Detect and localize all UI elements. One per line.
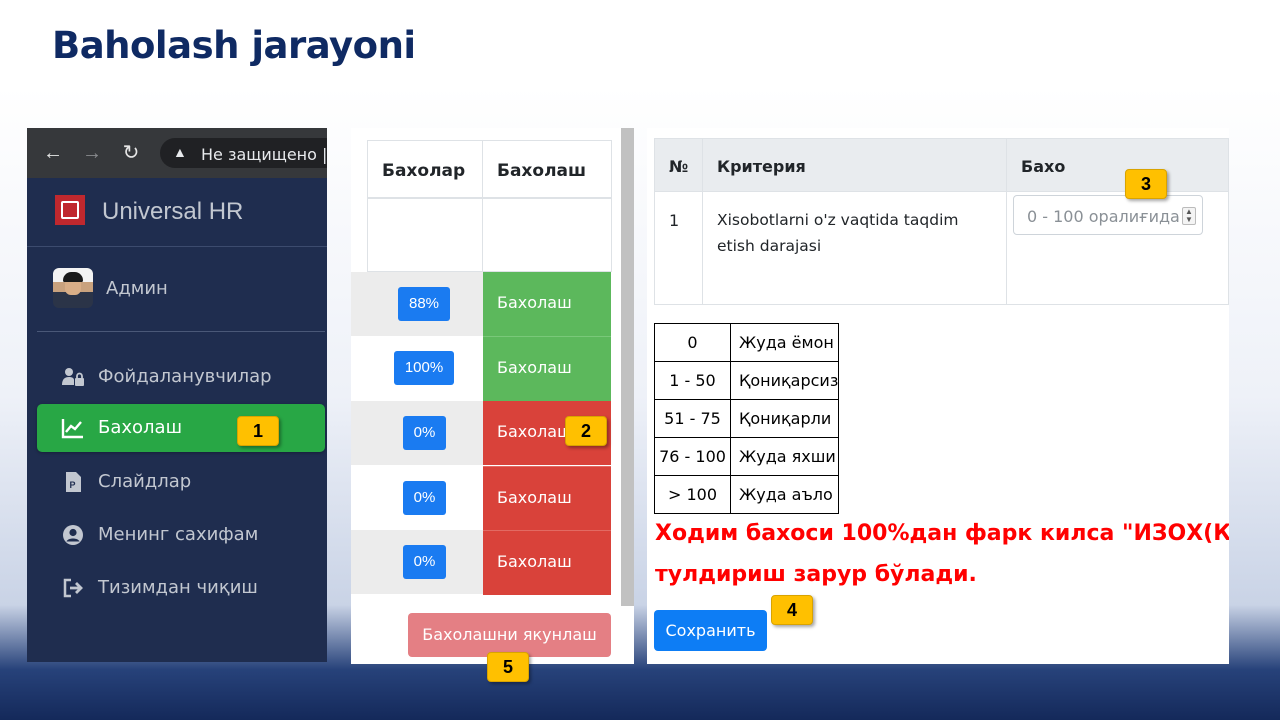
grade-button[interactable]: Бахолаш bbox=[483, 336, 611, 401]
table-cell bbox=[367, 198, 483, 272]
table-row: 1 - 50 Қониқарсиз bbox=[654, 361, 840, 400]
column-header-criteria: Критерия bbox=[702, 138, 1007, 192]
finish-grading-button[interactable]: Бахолашни якунлаш bbox=[408, 613, 611, 657]
sidebar-item-grading[interactable]: Бахолаш bbox=[37, 404, 325, 452]
step-badge-3: 3 bbox=[1125, 169, 1167, 199]
table-row: 76 - 100 Жуда яхши bbox=[654, 437, 840, 476]
chart-line-icon bbox=[61, 419, 83, 439]
percent-badge: 0% bbox=[403, 481, 446, 515]
slide-title: Baholash jarayoni bbox=[52, 24, 416, 67]
grades-table-screenshot: Бахолар Бахолаш 88% Бахолаш 100% Бахолаш… bbox=[351, 128, 634, 664]
sidebar-item-my-page[interactable]: Менинг сахифам bbox=[37, 511, 325, 559]
user-panel[interactable]: Админ bbox=[37, 246, 325, 332]
grade-input[interactable]: 0 - 100 оралиғида ▲ ▼ bbox=[1013, 195, 1203, 235]
address-bar[interactable]: ▲ Не защищено | bbox=[160, 138, 327, 168]
row-number: 1 bbox=[669, 211, 680, 230]
sidebar-item-slides[interactable]: P Слайдлар bbox=[37, 458, 325, 506]
sidebar-item-label: Слайдлар bbox=[98, 471, 192, 492]
reload-icon[interactable]: ↻ bbox=[120, 140, 142, 166]
grade-input-placeholder: 0 - 100 оралиғида bbox=[1027, 207, 1180, 226]
column-header-grade: Бахо bbox=[1006, 138, 1229, 192]
browser-toolbar: ← → ↻ ▲ Не защищено | bbox=[27, 128, 327, 178]
brand-name: Universal HR bbox=[102, 198, 244, 225]
back-arrow-icon[interactable]: ← bbox=[42, 140, 64, 166]
step-badge-1: 1 bbox=[237, 416, 279, 446]
sidebar-item-label: Фойдаланувчилар bbox=[98, 366, 272, 387]
column-header-number: № bbox=[654, 138, 703, 192]
warning-triangle-icon: ▲ bbox=[173, 144, 187, 160]
table-row: 88% Бахолаш bbox=[351, 272, 611, 337]
table-cell: 1 bbox=[654, 191, 703, 305]
step-badge-2: 2 bbox=[565, 416, 607, 446]
scale-range: 76 - 100 bbox=[654, 437, 731, 476]
sidebar-screenshot: ← → ↻ ▲ Не защищено | Universal HR Админ… bbox=[27, 128, 327, 662]
sidebar-item-logout[interactable]: Тизимдан чиқиш bbox=[37, 564, 325, 612]
address-security-text: Не защищено | bbox=[201, 145, 327, 164]
save-button[interactable]: Сохранить bbox=[654, 610, 767, 651]
criteria-text: etish darajasi bbox=[717, 237, 822, 255]
user-name: Админ bbox=[106, 278, 168, 299]
sidebar-item-label: Менинг сахифам bbox=[98, 524, 259, 545]
percent-badge: 0% bbox=[403, 545, 446, 579]
svg-text:P: P bbox=[70, 480, 76, 490]
percent-badge: 0% bbox=[403, 416, 446, 450]
table-row: > 100 Жуда аъло bbox=[654, 475, 840, 514]
table-row: 100% Бахолаш bbox=[351, 336, 611, 401]
table-row: 0% Бахолаш bbox=[351, 530, 611, 595]
scale-label: Жуда аъло bbox=[729, 475, 840, 514]
sidebar-item-label: Бахолаш bbox=[98, 417, 183, 438]
powerpoint-file-icon: P bbox=[66, 472, 81, 492]
brand-logo-icon bbox=[55, 195, 85, 225]
sidebar-item-users[interactable]: Фойдаланувчилар bbox=[37, 353, 325, 401]
warning-text: тулдириш зарур бўлади. bbox=[655, 562, 977, 587]
sidebar-item-label: Тизимдан чиқиш bbox=[98, 577, 258, 598]
table-cell: Xisobotlarni o'z vaqtida taqdim etish da… bbox=[702, 191, 1007, 305]
stepper-arrows-icon[interactable]: ▲ ▼ bbox=[1182, 207, 1196, 225]
scale-range: 51 - 75 bbox=[654, 399, 731, 438]
brand[interactable]: Universal HR bbox=[27, 178, 327, 247]
user-circle-icon bbox=[63, 525, 83, 545]
users-lock-icon bbox=[62, 368, 84, 386]
grade-button[interactable]: Бахолаш bbox=[483, 466, 611, 531]
table-row: 51 - 75 Қониқарли bbox=[654, 399, 840, 438]
grade-scale-table: 0 Жуда ёмон 1 - 50 Қониқарсиз 51 - 75 Қониқ… bbox=[654, 323, 840, 514]
sign-out-icon bbox=[63, 578, 83, 598]
step-badge-4: 4 bbox=[771, 595, 813, 625]
percent-badge: 88% bbox=[398, 287, 450, 321]
table-row: 0% Бахолаш bbox=[351, 466, 611, 531]
scale-range: 0 bbox=[654, 323, 731, 362]
scale-label: Қониқарли bbox=[729, 399, 840, 438]
scale-range: 1 - 50 bbox=[654, 361, 731, 400]
column-header-grading: Бахолаш bbox=[482, 140, 612, 198]
scale-label: Жуда яхши bbox=[729, 437, 840, 476]
column-header-grades: Бахолар bbox=[367, 140, 483, 198]
scale-label: Қониқарсиз bbox=[729, 361, 840, 400]
criteria-form-screenshot: № Критерия Бахо 1 Xisobotlarni o'z vaqti… bbox=[647, 128, 1229, 664]
scale-range: > 100 bbox=[654, 475, 731, 514]
scrollbar[interactable] bbox=[621, 128, 634, 606]
table-row: 0 Жуда ёмон bbox=[654, 323, 840, 362]
percent-badge: 100% bbox=[394, 351, 454, 385]
grade-button[interactable]: Бахолаш bbox=[483, 530, 611, 595]
table-cell bbox=[482, 198, 612, 272]
warning-text: Ходим бахоси 100%дан фарк килса "ИЗОХ(К bbox=[655, 521, 1229, 546]
step-badge-5: 5 bbox=[487, 652, 529, 682]
forward-arrow-icon[interactable]: → bbox=[81, 140, 103, 166]
criteria-text: Xisobotlarni o'z vaqtida taqdim bbox=[717, 211, 959, 229]
grade-button[interactable]: Бахолаш bbox=[483, 272, 611, 336]
avatar bbox=[53, 268, 93, 308]
scale-label: Жуда ёмон bbox=[729, 323, 840, 362]
